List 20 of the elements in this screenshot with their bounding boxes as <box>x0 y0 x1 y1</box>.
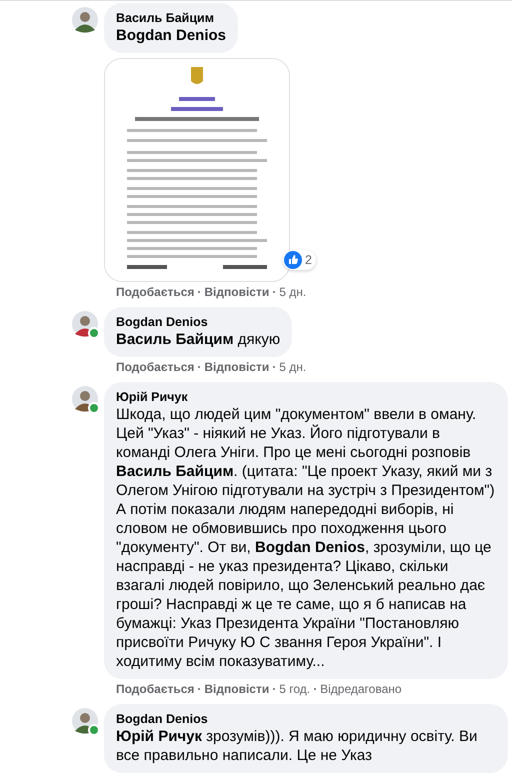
comment-text: Василь Байцим дякую <box>116 330 280 349</box>
reaction-count[interactable]: 2 <box>283 250 316 270</box>
action-link[interactable]: Відповісти <box>204 285 270 299</box>
timestamp[interactable]: 5 год. <box>279 682 310 696</box>
timestamp[interactable]: 5 дн. <box>279 360 306 374</box>
edited-label: Відредаговано <box>320 682 402 696</box>
author-name[interactable]: Василь Байцим <box>116 10 226 26</box>
action-link[interactable]: Відповісти <box>204 360 270 374</box>
action-link[interactable]: Відповісти <box>204 682 270 696</box>
comment-text: Шкода, що людей цим "документом" ввели в оману. Цей "Указ" - ніякий не Указ. Його підготували в команді Олега Уніги. Про це мені сьогодні розповів Василь Байцим. (цитата: "Це проект Указу, який ми з Олегом Унігою підготували на зустріч з Президентом") А потім показали людям напередодні виборів, ні словом не обмовившись про походження цього "документу". От ви, Bogdan Denios, зрозуміли, що це насправді - не указ президента? Цікаво, скільки взагалі людей повірило, що Зеленський реально дає гроші? Насправді ж це те саме, що я б написав на бумажці: Указ Президента України "Постановляю присвоїти Ричуку Ю С звання Героя України". І ходитиму всім показуватиму... <box>116 405 496 671</box>
author-name[interactable]: Bogdan Denios <box>116 314 280 330</box>
action-link[interactable]: Подобається <box>116 682 194 696</box>
comment-text: Юрій Ричук зрозумів))). Я маю юридичну освіту. Ви все правильно написали. Це не Указ <box>116 727 478 765</box>
action-link[interactable]: Подобається <box>116 285 194 299</box>
comment-text: Bogdan Denios <box>116 26 226 45</box>
action-link[interactable]: Подобається <box>116 360 194 374</box>
author-name[interactable]: Юрій Ричук <box>116 389 496 405</box>
timestamp[interactable]: 5 дн. <box>279 285 306 299</box>
author-name[interactable]: Bogdan Denios <box>116 711 496 727</box>
avatar-icon <box>72 7 98 33</box>
